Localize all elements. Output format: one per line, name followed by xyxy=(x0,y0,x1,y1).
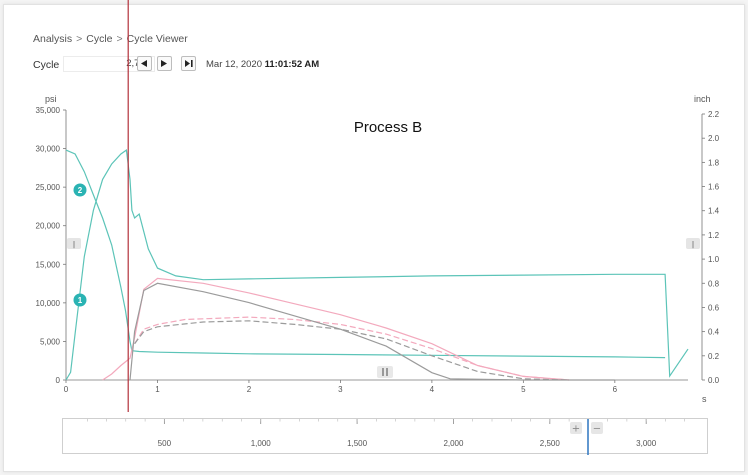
x-axis-ticks: 0 1 2 3 4 5 6 xyxy=(64,380,618,394)
right-tick-label: 1.4 xyxy=(708,207,720,216)
series-line-6 xyxy=(134,320,570,381)
right-tick-label: 0.8 xyxy=(708,279,720,288)
left-tick-label: 5,000 xyxy=(40,337,61,346)
x-tick-label: 3 xyxy=(338,385,343,394)
timeline-tick-label: 500 xyxy=(158,439,172,448)
series-line-2 xyxy=(65,149,689,381)
right-tick-label: 0.2 xyxy=(708,352,720,361)
right-tick-label: 0.6 xyxy=(708,303,720,312)
right-tick-label: 1.2 xyxy=(708,231,720,240)
right-axis-ticks: 2.2 2.0 1.8 1.6 1.4 1.2 1.0 0.8 0.6 0.4 0.2 0.0 xyxy=(702,110,720,385)
timeline-tick-label: 2,500 xyxy=(540,439,561,448)
collapse-right-icon: ‖ xyxy=(691,241,695,249)
x-tick-label: 1 xyxy=(155,385,160,394)
timeline-tick-label: 1,000 xyxy=(251,439,272,448)
left-tick-label: 0 xyxy=(56,376,61,385)
left-tick-label: 25,000 xyxy=(36,183,61,192)
zoom-out-button[interactable]: − xyxy=(591,422,603,435)
left-tick-label: 20,000 xyxy=(36,222,61,231)
series-marker-2-label: 2 xyxy=(78,186,83,195)
timeline-tick-label: 1,500 xyxy=(347,439,368,448)
zoom-in-button[interactable]: + xyxy=(570,422,582,435)
x-tick-label: 4 xyxy=(430,385,435,394)
series-marker-1[interactable]: 1 xyxy=(73,293,87,307)
right-tick-label: 2.0 xyxy=(708,134,720,143)
chart-series xyxy=(65,149,689,381)
x-tick-label: 2 xyxy=(247,385,252,394)
right-tick-label: 1.6 xyxy=(708,183,720,192)
timeline-tick-label: 2,000 xyxy=(443,439,464,448)
series-line-1 xyxy=(65,149,666,359)
left-panel-handle[interactable]: ‖ xyxy=(67,238,81,249)
chart-title: Process B xyxy=(354,119,422,136)
right-axis-unit: inch xyxy=(694,94,711,104)
pause-button[interactable] xyxy=(377,366,393,378)
timeline-scrollbar[interactable]: 500 1,000 1,500 2,000 2,500 3,000 + − xyxy=(62,411,708,455)
left-axis-ticks: 35,000 30,000 25,000 20,000 15,000 10,000 5,00… xyxy=(36,106,66,385)
series-line-4 xyxy=(134,316,570,381)
collapse-left-icon: ‖ xyxy=(72,241,76,249)
right-tick-label: 0.4 xyxy=(708,328,720,337)
series-marker-1-label: 1 xyxy=(78,296,83,305)
right-tick-label: 2.2 xyxy=(708,110,720,119)
x-tick-label: 5 xyxy=(521,385,526,394)
right-tick-label: 1.0 xyxy=(708,255,720,264)
zoom-in-icon: + xyxy=(572,424,580,435)
left-tick-label: 35,000 xyxy=(36,106,61,115)
chart-axes xyxy=(65,110,703,381)
timeline-tick-label: 3,000 xyxy=(636,439,657,448)
series-marker-2[interactable]: 2 xyxy=(73,183,87,197)
left-tick-label: 15,000 xyxy=(36,260,61,269)
x-tick-label: 0 xyxy=(64,385,69,394)
right-tick-label: 0.0 xyxy=(708,376,720,385)
cycle-chart[interactable]: 35,000 30,000 25,000 20,000 15,000 10,000 5,00… xyxy=(0,0,748,475)
right-tick-label: 1.8 xyxy=(708,158,720,167)
left-axis-unit: psi xyxy=(45,94,57,104)
left-tick-label: 10,000 xyxy=(36,299,61,308)
left-tick-label: 30,000 xyxy=(36,145,61,154)
x-tick-label: 6 xyxy=(613,385,618,394)
pause-icon xyxy=(382,368,384,376)
right-panel-handle[interactable]: ‖ xyxy=(686,238,700,249)
x-axis-unit: s xyxy=(702,394,707,404)
zoom-out-icon: − xyxy=(593,424,601,435)
timeline-axis: 500 1,000 1,500 2,000 2,500 3,000 + − xyxy=(87,411,685,455)
